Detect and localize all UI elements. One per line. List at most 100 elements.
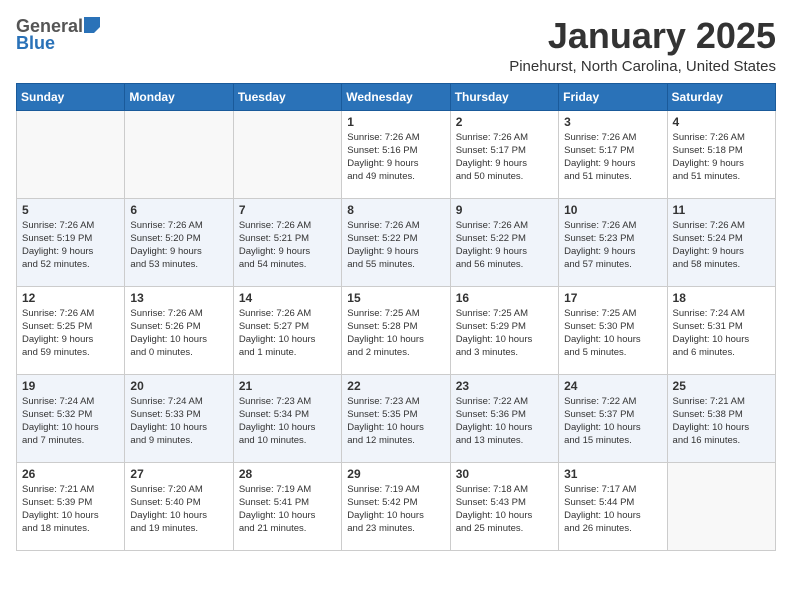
day-number: 31 bbox=[564, 467, 661, 481]
day-number: 27 bbox=[130, 467, 227, 481]
day-number: 15 bbox=[347, 291, 444, 305]
day-number: 24 bbox=[564, 379, 661, 393]
weekday-header-thursday: Thursday bbox=[450, 83, 558, 110]
day-info: Sunrise: 7:21 AM Sunset: 5:38 PM Dayligh… bbox=[673, 395, 770, 448]
calendar-cell: 22Sunrise: 7:23 AM Sunset: 5:35 PM Dayli… bbox=[342, 374, 450, 462]
day-number: 4 bbox=[673, 115, 770, 129]
day-number: 13 bbox=[130, 291, 227, 305]
day-info: Sunrise: 7:22 AM Sunset: 5:36 PM Dayligh… bbox=[456, 395, 553, 448]
day-number: 8 bbox=[347, 203, 444, 217]
calendar-cell: 1 Sunrise: 7:26 AM Sunset: 5:16 PM Daylig… bbox=[342, 110, 450, 198]
weekday-header-monday: Monday bbox=[125, 83, 233, 110]
weekday-header-tuesday: Tuesday bbox=[233, 83, 341, 110]
day-number: 6 bbox=[130, 203, 227, 217]
day-info: Sunrise: 7:26 AM Sunset: 5:17 PM Dayligh… bbox=[456, 131, 553, 184]
day-info: Sunrise: 7:26 AM Sunset: 5:22 PM Dayligh… bbox=[347, 219, 444, 272]
day-info: Sunrise: 7:18 AM Sunset: 5:43 PM Dayligh… bbox=[456, 483, 553, 536]
day-info: Sunrise: 7:25 AM Sunset: 5:30 PM Dayligh… bbox=[564, 307, 661, 360]
calendar-cell bbox=[125, 110, 233, 198]
calendar-cell: 13Sunrise: 7:26 AM Sunset: 5:26 PM Dayli… bbox=[125, 286, 233, 374]
location-subtitle: Pinehurst, North Carolina, United States bbox=[509, 58, 776, 75]
page-header: General Blue January 2025 Pinehurst, Nor… bbox=[16, 16, 776, 75]
calendar-cell: 26Sunrise: 7:21 AM Sunset: 5:39 PM Dayli… bbox=[17, 462, 125, 550]
day-info: Sunrise: 7:22 AM Sunset: 5:37 PM Dayligh… bbox=[564, 395, 661, 448]
day-number: 3 bbox=[564, 115, 661, 129]
day-info: Sunrise: 7:26 AM Sunset: 5:17 PM Dayligh… bbox=[564, 131, 661, 184]
day-number: 9 bbox=[456, 203, 553, 217]
day-info: Sunrise: 7:26 AM Sunset: 5:21 PM Dayligh… bbox=[239, 219, 336, 272]
calendar-cell: 30 Sunrise: 7:18 AM Sunset: 5:43 PM Dayli… bbox=[450, 462, 558, 550]
calendar-cell: 10Sunrise: 7:26 AM Sunset: 5:23 PM Dayli… bbox=[559, 198, 667, 286]
day-number: 20 bbox=[130, 379, 227, 393]
day-number: 28 bbox=[239, 467, 336, 481]
calendar-cell: 25 Sunrise: 7:21 AM Sunset: 5:38 PM Dayli… bbox=[667, 374, 775, 462]
calendar-cell: 27 Sunrise: 7:20 AM Sunset: 5:40 PM Dayli… bbox=[125, 462, 233, 550]
logo-icon bbox=[84, 17, 100, 33]
day-info: Sunrise: 7:19 AM Sunset: 5:41 PM Dayligh… bbox=[239, 483, 336, 536]
day-info: Sunrise: 7:26 AM Sunset: 5:16 PM Dayligh… bbox=[347, 131, 444, 184]
day-info: Sunrise: 7:23 AM Sunset: 5:34 PM Dayligh… bbox=[239, 395, 336, 448]
calendar-cell bbox=[667, 462, 775, 550]
day-info: Sunrise: 7:25 AM Sunset: 5:29 PM Dayligh… bbox=[456, 307, 553, 360]
day-info: Sunrise: 7:26 AM Sunset: 5:22 PM Dayligh… bbox=[456, 219, 553, 272]
calendar-cell: 17 Sunrise: 7:25 AM Sunset: 5:30 PM Dayli… bbox=[559, 286, 667, 374]
calendar-table: SundayMondayTuesdayWednesdayThursdayFrid… bbox=[16, 83, 776, 551]
day-number: 11 bbox=[673, 203, 770, 217]
calendar-cell: 15Sunrise: 7:25 AM Sunset: 5:28 PM Dayli… bbox=[342, 286, 450, 374]
weekday-header-wednesday: Wednesday bbox=[342, 83, 450, 110]
calendar-cell: 11 Sunrise: 7:26 AM Sunset: 5:24 PM Dayli… bbox=[667, 198, 775, 286]
day-info: Sunrise: 7:24 AM Sunset: 5:32 PM Dayligh… bbox=[22, 395, 119, 448]
day-number: 18 bbox=[673, 291, 770, 305]
day-info: Sunrise: 7:26 AM Sunset: 5:24 PM Dayligh… bbox=[673, 219, 770, 272]
day-info: Sunrise: 7:19 AM Sunset: 5:42 PM Dayligh… bbox=[347, 483, 444, 536]
day-number: 30 bbox=[456, 467, 553, 481]
day-number: 23 bbox=[456, 379, 553, 393]
day-number: 10 bbox=[564, 203, 661, 217]
calendar-cell bbox=[233, 110, 341, 198]
calendar-cell: 20Sunrise: 7:24 AM Sunset: 5:33 PM Dayli… bbox=[125, 374, 233, 462]
day-number: 12 bbox=[22, 291, 119, 305]
calendar-cell: 5Sunrise: 7:26 AM Sunset: 5:19 PM Daylig… bbox=[17, 198, 125, 286]
day-number: 1 bbox=[347, 115, 444, 129]
calendar-cell: 19 Sunrise: 7:24 AM Sunset: 5:32 PM Dayli… bbox=[17, 374, 125, 462]
calendar-cell: 24 Sunrise: 7:22 AM Sunset: 5:37 PM Dayli… bbox=[559, 374, 667, 462]
day-number: 7 bbox=[239, 203, 336, 217]
day-number: 19 bbox=[22, 379, 119, 393]
calendar-cell bbox=[17, 110, 125, 198]
weekday-header-saturday: Saturday bbox=[667, 83, 775, 110]
day-info: Sunrise: 7:21 AM Sunset: 5:39 PM Dayligh… bbox=[22, 483, 119, 536]
title-area: January 2025 Pinehurst, North Carolina, … bbox=[509, 16, 776, 75]
day-info: Sunrise: 7:17 AM Sunset: 5:44 PM Dayligh… bbox=[564, 483, 661, 536]
day-number: 5 bbox=[22, 203, 119, 217]
calendar-cell: 21Sunrise: 7:23 AM Sunset: 5:34 PM Dayli… bbox=[233, 374, 341, 462]
day-number: 2 bbox=[456, 115, 553, 129]
calendar-week-row: 12 Sunrise: 7:26 AM Sunset: 5:25 PM Dayli… bbox=[17, 286, 776, 374]
calendar-cell: 3 Sunrise: 7:26 AM Sunset: 5:17 PM Daylig… bbox=[559, 110, 667, 198]
calendar-cell: 29Sunrise: 7:19 AM Sunset: 5:42 PM Dayli… bbox=[342, 462, 450, 550]
day-info: Sunrise: 7:26 AM Sunset: 5:18 PM Dayligh… bbox=[673, 131, 770, 184]
month-title: January 2025 bbox=[509, 16, 776, 56]
calendar-week-row: 26Sunrise: 7:21 AM Sunset: 5:39 PM Dayli… bbox=[17, 462, 776, 550]
weekday-header-friday: Friday bbox=[559, 83, 667, 110]
day-info: Sunrise: 7:26 AM Sunset: 5:20 PM Dayligh… bbox=[130, 219, 227, 272]
calendar-cell: 7 Sunrise: 7:26 AM Sunset: 5:21 PM Daylig… bbox=[233, 198, 341, 286]
calendar-cell: 12 Sunrise: 7:26 AM Sunset: 5:25 PM Dayli… bbox=[17, 286, 125, 374]
day-number: 14 bbox=[239, 291, 336, 305]
calendar-cell: 2 Sunrise: 7:26 AM Sunset: 5:17 PM Daylig… bbox=[450, 110, 558, 198]
calendar-cell: 9 Sunrise: 7:26 AM Sunset: 5:22 PM Daylig… bbox=[450, 198, 558, 286]
day-number: 25 bbox=[673, 379, 770, 393]
calendar-cell: 16 Sunrise: 7:25 AM Sunset: 5:29 PM Dayli… bbox=[450, 286, 558, 374]
logo: General Blue bbox=[16, 16, 100, 54]
calendar-cell: 14Sunrise: 7:26 AM Sunset: 5:27 PM Dayli… bbox=[233, 286, 341, 374]
calendar-cell: 18Sunrise: 7:24 AM Sunset: 5:31 PM Dayli… bbox=[667, 286, 775, 374]
day-info: Sunrise: 7:26 AM Sunset: 5:25 PM Dayligh… bbox=[22, 307, 119, 360]
day-number: 16 bbox=[456, 291, 553, 305]
day-info: Sunrise: 7:20 AM Sunset: 5:40 PM Dayligh… bbox=[130, 483, 227, 536]
calendar-cell: 4 Sunrise: 7:26 AM Sunset: 5:18 PM Daylig… bbox=[667, 110, 775, 198]
weekday-header-row: SundayMondayTuesdayWednesdayThursdayFrid… bbox=[17, 83, 776, 110]
calendar-cell: 6 Sunrise: 7:26 AM Sunset: 5:20 PM Daylig… bbox=[125, 198, 233, 286]
day-number: 17 bbox=[564, 291, 661, 305]
calendar-week-row: 5Sunrise: 7:26 AM Sunset: 5:19 PM Daylig… bbox=[17, 198, 776, 286]
calendar-cell: 23 Sunrise: 7:22 AM Sunset: 5:36 PM Dayli… bbox=[450, 374, 558, 462]
calendar-week-row: 1 Sunrise: 7:26 AM Sunset: 5:16 PM Daylig… bbox=[17, 110, 776, 198]
